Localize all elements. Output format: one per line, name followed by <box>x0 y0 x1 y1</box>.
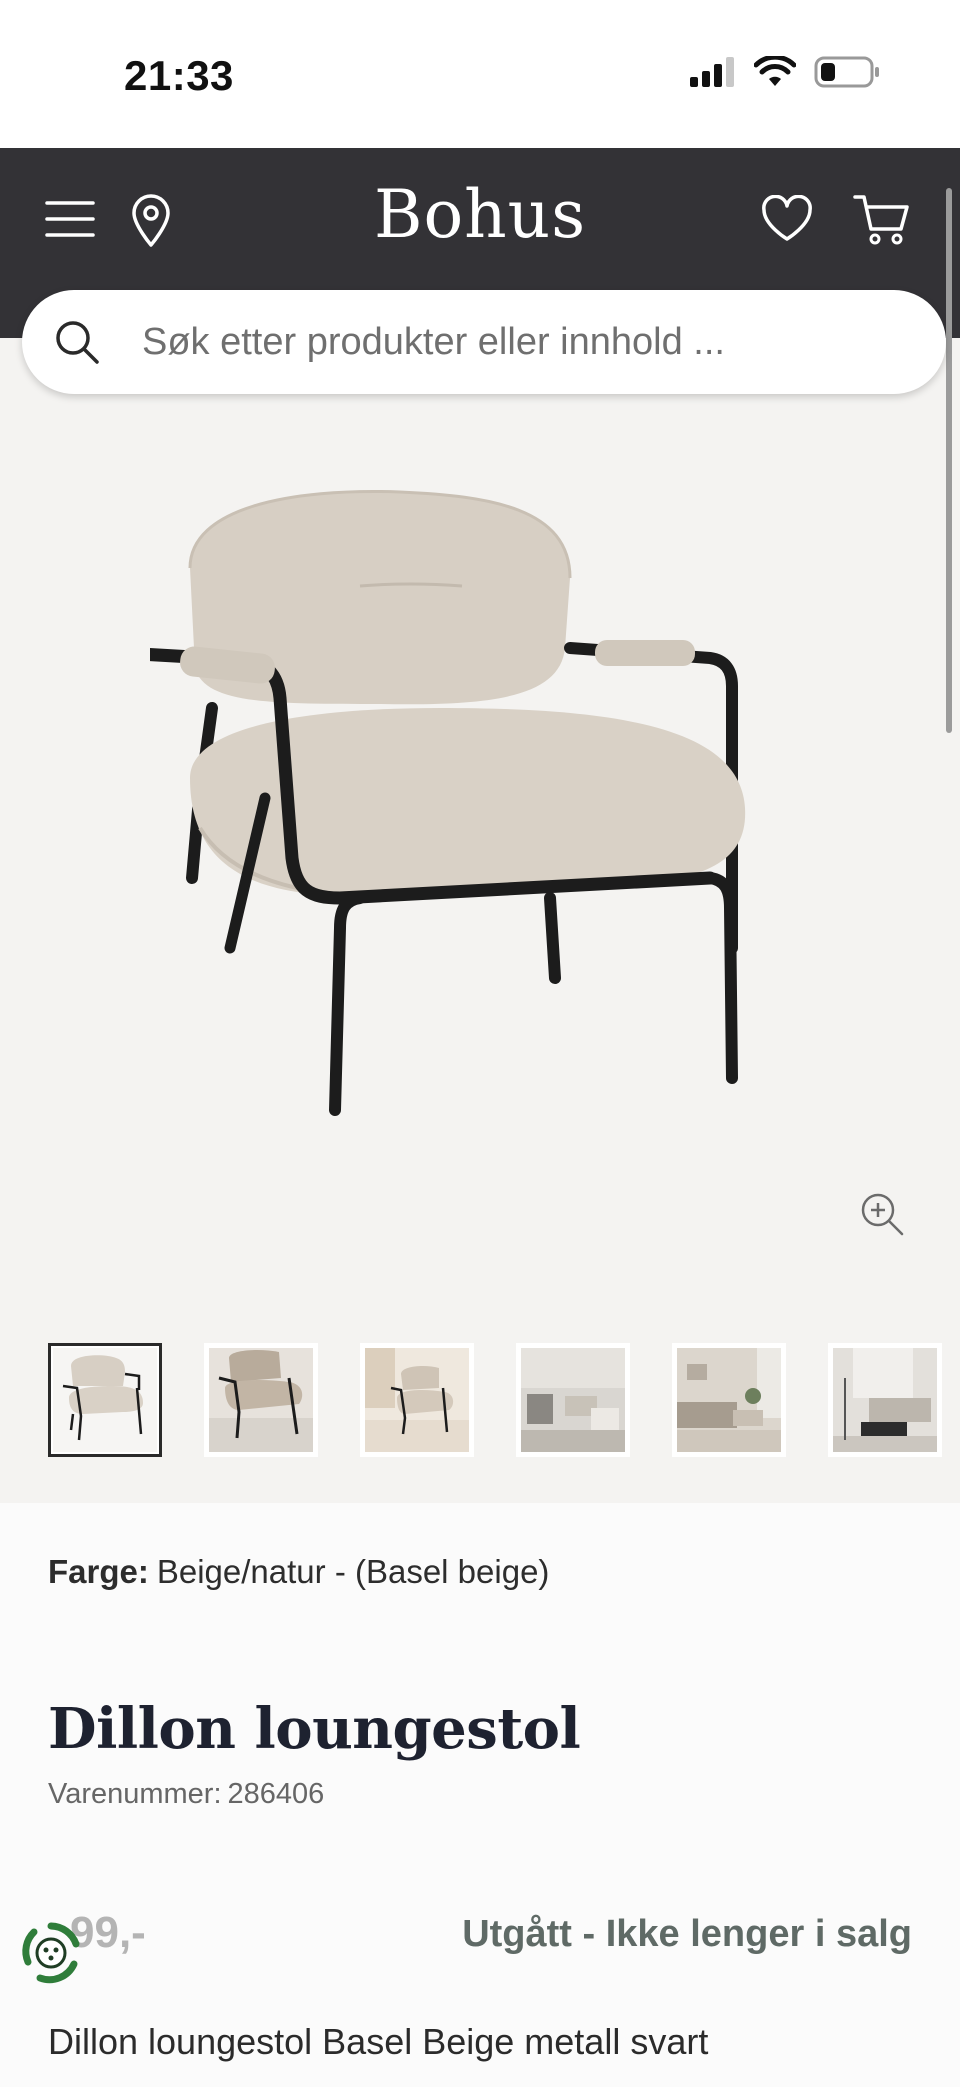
shopping-cart-icon <box>853 195 909 245</box>
product-info: Farge: Beige/natur - (Basel beige) Dillon… <box>0 1503 960 2087</box>
signal-icon <box>690 57 734 87</box>
product-sku: Varenummer: 286406 <box>48 1778 324 1811</box>
thumbnail-5[interactable] <box>672 1343 786 1457</box>
product-description: Dillon loungestol Basel Beige metall sva… <box>48 2021 709 2062</box>
search-bar[interactable] <box>22 290 946 394</box>
search-icon[interactable] <box>52 317 102 367</box>
wishlist-button[interactable] <box>760 194 814 244</box>
heart-icon <box>762 195 812 241</box>
cart-button[interactable] <box>852 192 912 248</box>
thumbnail-4[interactable] <box>516 1343 630 1457</box>
sustainability-badge-icon[interactable] <box>18 1920 84 1986</box>
thumbnail-2[interactable] <box>204 1343 318 1457</box>
color-value: Beige/natur - (Basel beige) <box>156 1553 550 1590</box>
thumbnail-6[interactable] <box>828 1343 942 1457</box>
thumbnail-3[interactable] <box>360 1343 474 1457</box>
color-selection[interactable]: Farge: Beige/natur - (Basel beige) <box>48 1553 549 1591</box>
status-icons <box>690 56 880 88</box>
product-gallery <box>0 338 960 1503</box>
color-label: Farge: <box>48 1553 149 1590</box>
zoom-in-icon[interactable] <box>858 1190 906 1238</box>
status-bar: 21:33 <box>0 0 960 148</box>
bohus-logo[interactable]: Bohus <box>0 176 960 253</box>
sku-value: 286406 <box>227 1778 325 1810</box>
status-time: 21:33 <box>124 52 234 99</box>
thumbnail-1[interactable] <box>48 1343 162 1457</box>
availability-status: Utgått - Ikke lenger i salg <box>462 1913 912 1955</box>
search-input[interactable] <box>142 320 902 364</box>
thumbnail-strip <box>48 1343 942 1457</box>
battery-icon <box>814 56 879 88</box>
sku-label: Varenummer: <box>48 1778 222 1810</box>
product-title: Dillon loungestol <box>48 1696 581 1762</box>
wifi-icon <box>754 56 796 86</box>
scrollbar[interactable] <box>946 188 952 733</box>
product-image[interactable] <box>150 478 810 1198</box>
